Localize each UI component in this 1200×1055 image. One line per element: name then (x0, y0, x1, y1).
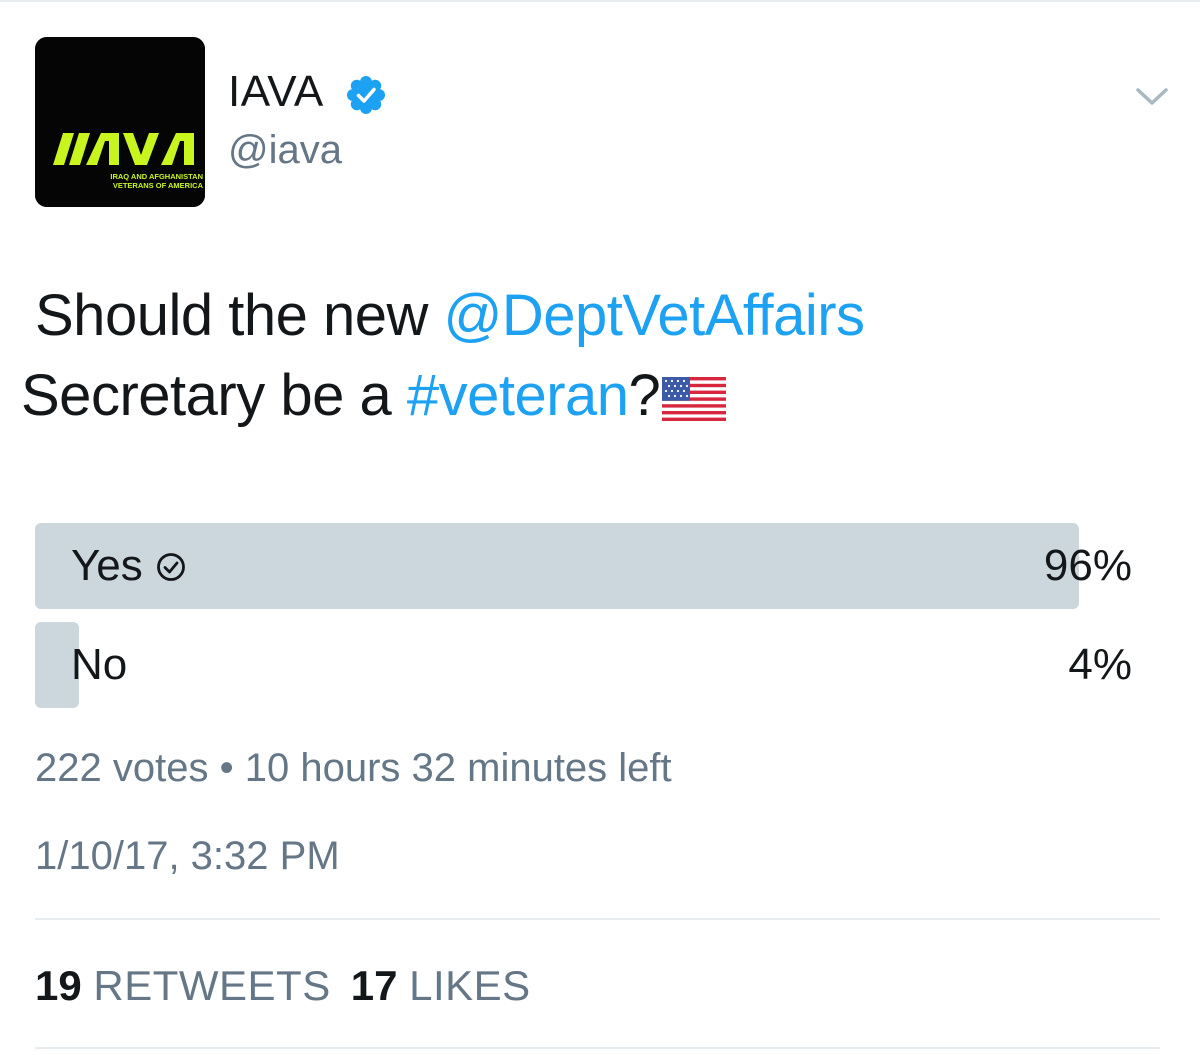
poll-bar-yes (35, 523, 1079, 609)
top-border (0, 0, 1200, 2)
tweet-text: Should the new @DeptVetAffairs Secretary… (21, 276, 1165, 436)
retweets-label: RETWEETS (93, 962, 331, 1009)
tweet-text-part: ? (628, 363, 661, 428)
user-handle[interactable]: @iava (228, 124, 342, 176)
poll-option-label: No (71, 640, 128, 689)
poll-option-percent: 96% (1043, 541, 1132, 590)
likes-count: 17 (350, 962, 398, 1009)
avatar[interactable]: IRAQ AND AFGHANISTAN VETERANS OF AMERICA (35, 37, 205, 207)
hashtag-link[interactable]: #veteran (407, 363, 629, 428)
retweets-count: 19 (35, 962, 82, 1009)
divider (35, 1047, 1160, 1049)
tweet-text-part: Secretary be a (21, 363, 407, 428)
likes-stat[interactable]: 17 LIKES (351, 960, 531, 1012)
iava-logo: IRAQ AND AFGHANISTAN VETERANS OF AMERICA (35, 37, 205, 207)
mention-link[interactable]: @DeptVetAffairs (443, 283, 865, 348)
svg-text:IRAQ AND AFGHANISTAN: IRAQ AND AFGHANISTAN (110, 172, 203, 181)
poll-option-yes[interactable]: Yes 96% (35, 523, 1135, 609)
poll-time-left: 10 hours 32 minutes left (244, 746, 672, 790)
check-circle-icon (156, 553, 185, 581)
chevron-down-icon[interactable] (1134, 84, 1170, 108)
display-name[interactable]: IAVA (228, 64, 324, 120)
svg-text:VETERANS OF AMERICA: VETERANS OF AMERICA (113, 181, 204, 190)
us-flag-icon (662, 377, 727, 421)
poll-meta-separator: • (219, 746, 234, 790)
poll-meta: 222 votes • 10 hours 32 minutes left (35, 742, 672, 794)
verified-badge-icon (347, 76, 385, 114)
poll-option-no[interactable]: No 4% (35, 622, 1135, 708)
likes-label: LIKES (409, 962, 531, 1009)
poll-option-percent: 4% (1068, 640, 1132, 689)
poll-option-label: Yes (71, 541, 143, 590)
tweet-stats: 19 RETWEETS 17 LIKES (35, 960, 551, 1012)
retweets-stat[interactable]: 19 RETWEETS (35, 960, 331, 1012)
poll-votes: 222 votes (35, 746, 209, 790)
divider (35, 918, 1160, 920)
tweet-text-part: Should the new (35, 283, 444, 348)
tweet-timestamp[interactable]: 1/10/17, 3:32 PM (35, 830, 340, 882)
